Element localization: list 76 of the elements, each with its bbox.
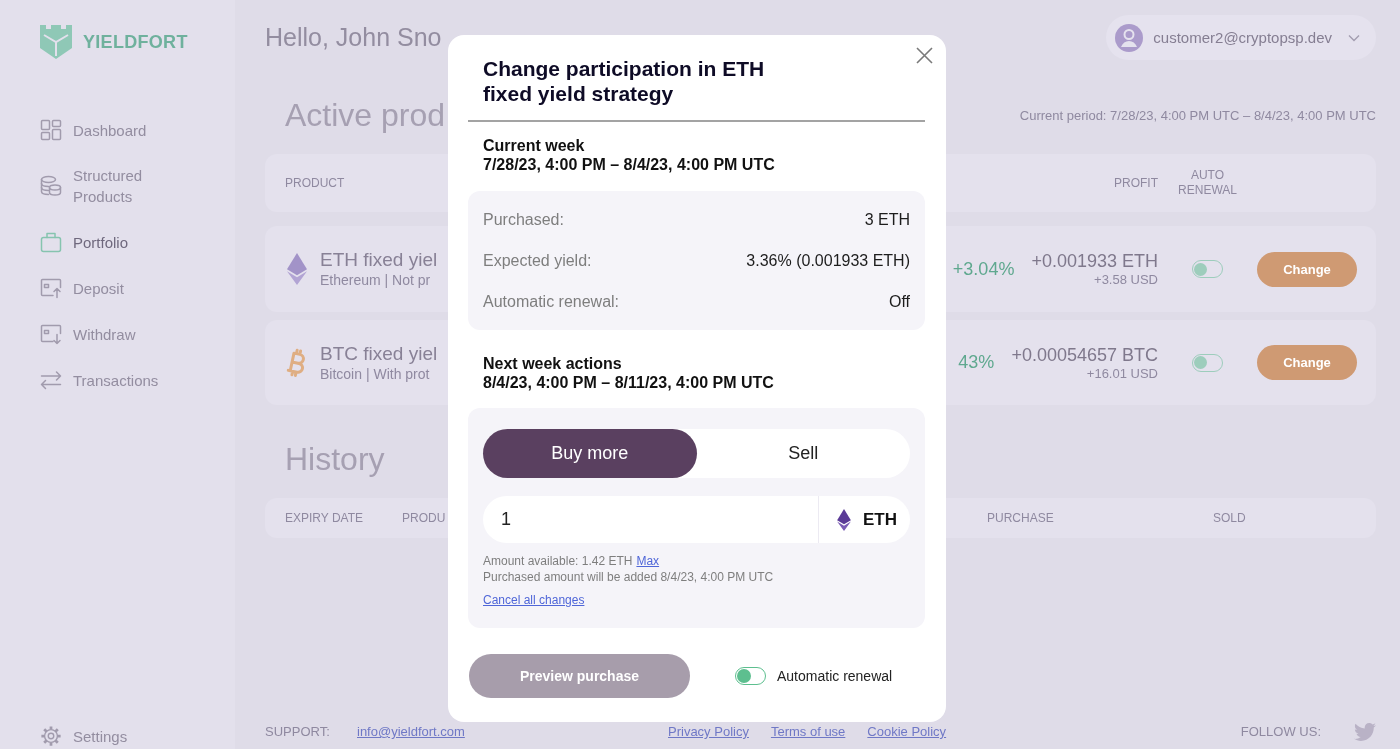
week-period: 8/4/23, 4:00 PM – 8/11/23, 4:00 PM UTC [482, 373, 774, 392]
greeting-text: Hello, John Sno [265, 23, 442, 52]
support-label: SUPPORT: [265, 725, 331, 739]
settings-item[interactable]: Settings [38, 723, 128, 749]
profit-amount: +0.001933 ETH [1031, 250, 1158, 272]
section-title: Active prod [284, 96, 446, 135]
week-period: 7/28/23, 4:00 PM – 8/4/23, 4:00 PM UTC [482, 155, 775, 174]
action-tab[interactable]: Sell [696, 429, 910, 478]
dialog-title: Change participation in ETH fixed yield strategy [483, 56, 766, 106]
ethereum-diamond-icon [837, 508, 851, 531]
castle-shield-icon [38, 24, 74, 60]
yield-percent: 43% [958, 352, 995, 373]
briefcase-icon [40, 231, 62, 253]
product-name: BTC fixed yiel [320, 342, 438, 365]
toggle-switch[interactable] [1192, 260, 1223, 278]
change-button[interactable]: Change [1257, 251, 1357, 287]
toggle-switch[interactable] [735, 667, 766, 685]
sidebar-item[interactable]: Dashboard [38, 107, 147, 153]
sidebar-item[interactable]: Transactions [38, 357, 159, 403]
toggle-label: Automatic renewal [777, 668, 893, 684]
bird-icon[interactable] [1354, 723, 1376, 741]
sidebar-item[interactable]: Portfolio [38, 219, 129, 265]
column-header: PRODUCT [285, 175, 345, 191]
product-name: ETH fixed yiel [320, 249, 438, 271]
section-title: History [284, 440, 385, 479]
sidebar-item[interactable]: Structured Products [38, 153, 168, 219]
swap-arrows-icon [40, 369, 62, 391]
footer-link[interactable]: Terms of use [770, 725, 846, 739]
card-arrow-up-icon [40, 277, 62, 299]
settings-icon [40, 725, 62, 747]
column-header: PRODU [402, 510, 446, 526]
user-menu[interactable]: customer2@cryptopsp.dev [1106, 15, 1376, 60]
logo-text: YIELDFORT [83, 31, 188, 53]
profit-amount: +0.00054657 BTC [1011, 343, 1158, 366]
toggle-switch[interactable] [1192, 353, 1223, 372]
change-button[interactable]: Change [1257, 345, 1357, 380]
product-subtitle: Bitcoin | With prot [320, 364, 430, 383]
card-arrow-down-icon [40, 323, 62, 345]
profit-usd: +3.58 USD [1094, 272, 1158, 288]
footer-link[interactable]: Privacy Policy [668, 725, 749, 739]
detail-label: Purchased: [483, 210, 564, 229]
detail-label: Expected yield: [483, 251, 592, 270]
detail-value: Off [888, 292, 910, 311]
close-icon [916, 47, 933, 64]
section-heading: Next week actions [482, 354, 622, 373]
footer-link[interactable]: Cookie Policy [867, 725, 947, 739]
currency-code: ETH [863, 509, 897, 530]
detail-label: Automatic renewal: [483, 292, 620, 311]
grid-icon [40, 119, 62, 141]
close-button[interactable] [916, 47, 933, 64]
column-header: SOLD [1213, 510, 1246, 526]
action-tab[interactable]: Buy more [483, 429, 697, 478]
cancel-changes-link[interactable]: Cancel all changes [483, 592, 585, 608]
sidebar-item[interactable]: Deposit [38, 265, 124, 311]
section-heading: Current week [482, 136, 585, 155]
current-period-text: Current period: 7/28/23, 4:00 PM UTC – 8/4/23, 4:00 PM UTC [1019, 107, 1376, 123]
sidebar-item[interactable]: Withdraw [38, 311, 136, 357]
amount-input[interactable]: 1 [483, 496, 818, 543]
max-link[interactable]: Max [636, 553, 660, 569]
profit-usd: +16.01 USD [1086, 365, 1158, 382]
column-header: PROFIT [1114, 175, 1158, 191]
support-email-link[interactable]: info@yieldfort.com [357, 725, 465, 739]
column-header: EXPIRY DATE [285, 510, 364, 526]
coins-icon [40, 175, 62, 197]
yield-percent: +3.04% [952, 258, 1015, 280]
purchase-note: Purchased amount will be added 8/4/23, 4:00 PM UTC [483, 569, 774, 585]
detail-value: 3 ETH [864, 210, 910, 229]
ethereum-diamond-icon [285, 253, 309, 285]
follow-label: FOLLOW US: [1240, 725, 1321, 739]
column-header: AUTO RENEWAL [1177, 168, 1238, 198]
chevron-down-icon [1348, 33, 1360, 42]
amount-available-text: Amount available: 1.42 ETH [483, 553, 633, 569]
column-header: PURCHASE [987, 510, 1054, 526]
product-subtitle: Ethereum | Not pr [320, 271, 431, 289]
avatar-icon [1115, 23, 1144, 52]
detail-value: 3.36% (0.001933 ETH) [746, 251, 910, 270]
